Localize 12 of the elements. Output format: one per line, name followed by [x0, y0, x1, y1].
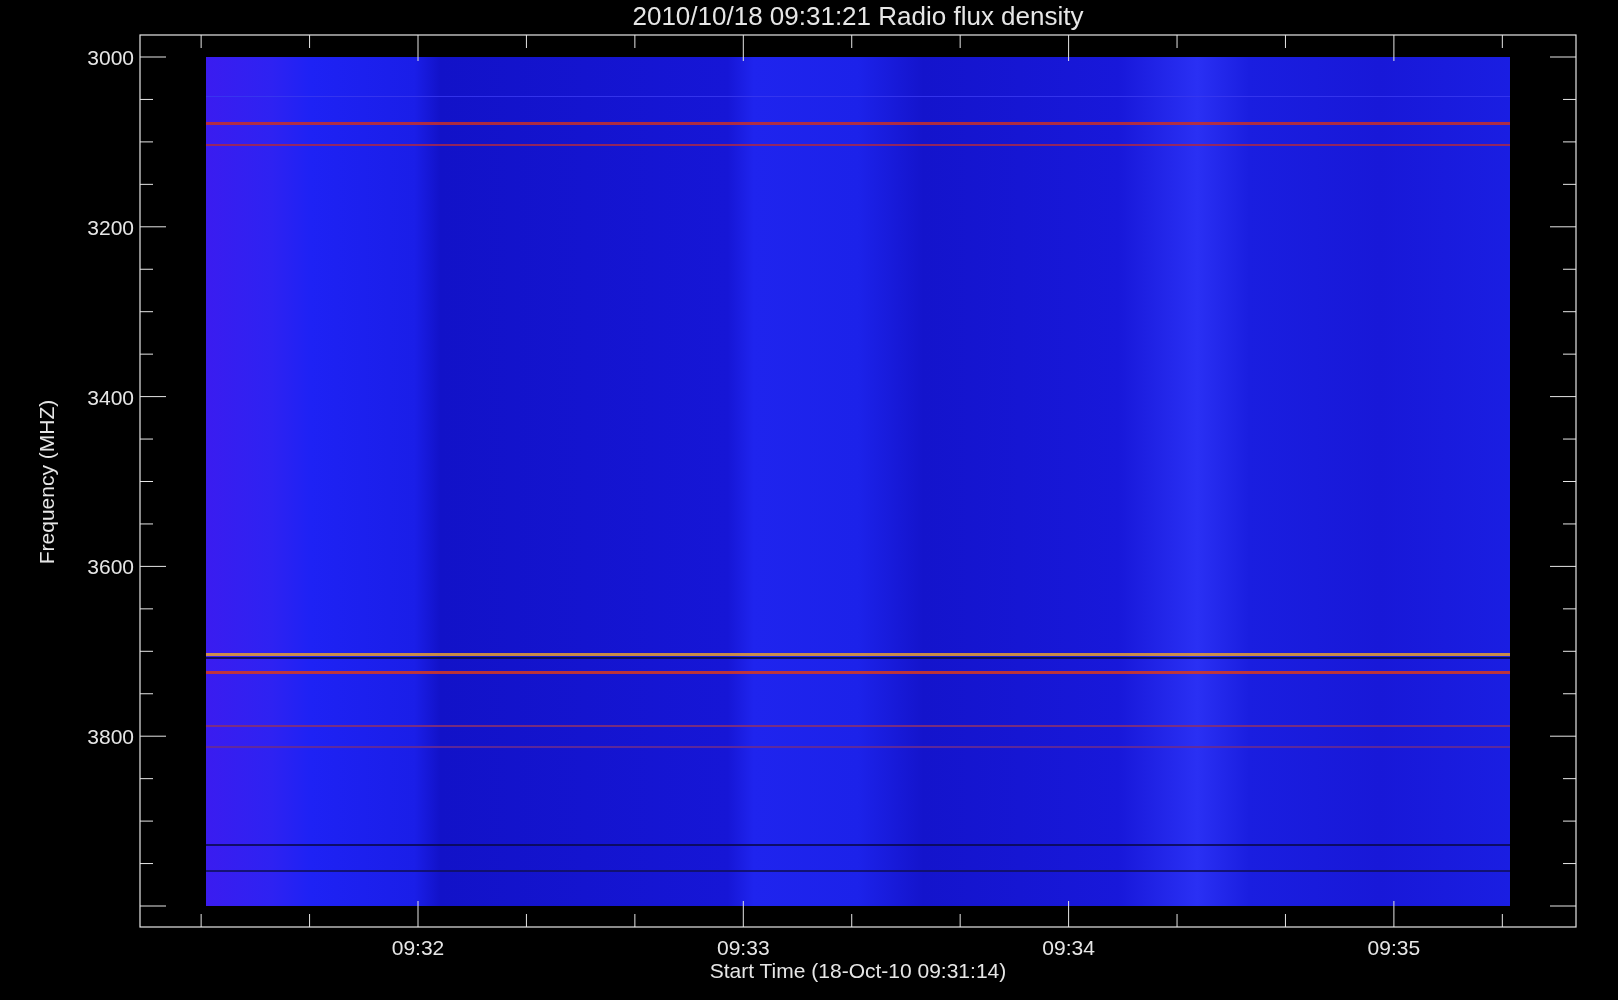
- x-tick-label: 09:32: [391, 936, 445, 959]
- y-axis-title: Frequency (MHZ): [35, 399, 58, 565]
- x-axis-title: Start Time (18-Oct-10 09:31:14): [709, 959, 1007, 982]
- y-tick-label: 3000: [87, 46, 134, 69]
- y-tick-label: 3400: [87, 385, 134, 409]
- x-tick-label: 09:34: [1042, 936, 1095, 959]
- x-tick-label: 09:35: [1367, 936, 1421, 959]
- chart-title: 2010/10/18 09:31:21 Radio flux density: [632, 1, 1084, 31]
- y-tick-label: 3800: [87, 725, 134, 749]
- y-tick-label: 3600: [87, 555, 134, 579]
- x-tick-label: 09:33: [717, 936, 770, 959]
- y-tick-label: 3200: [87, 215, 134, 239]
